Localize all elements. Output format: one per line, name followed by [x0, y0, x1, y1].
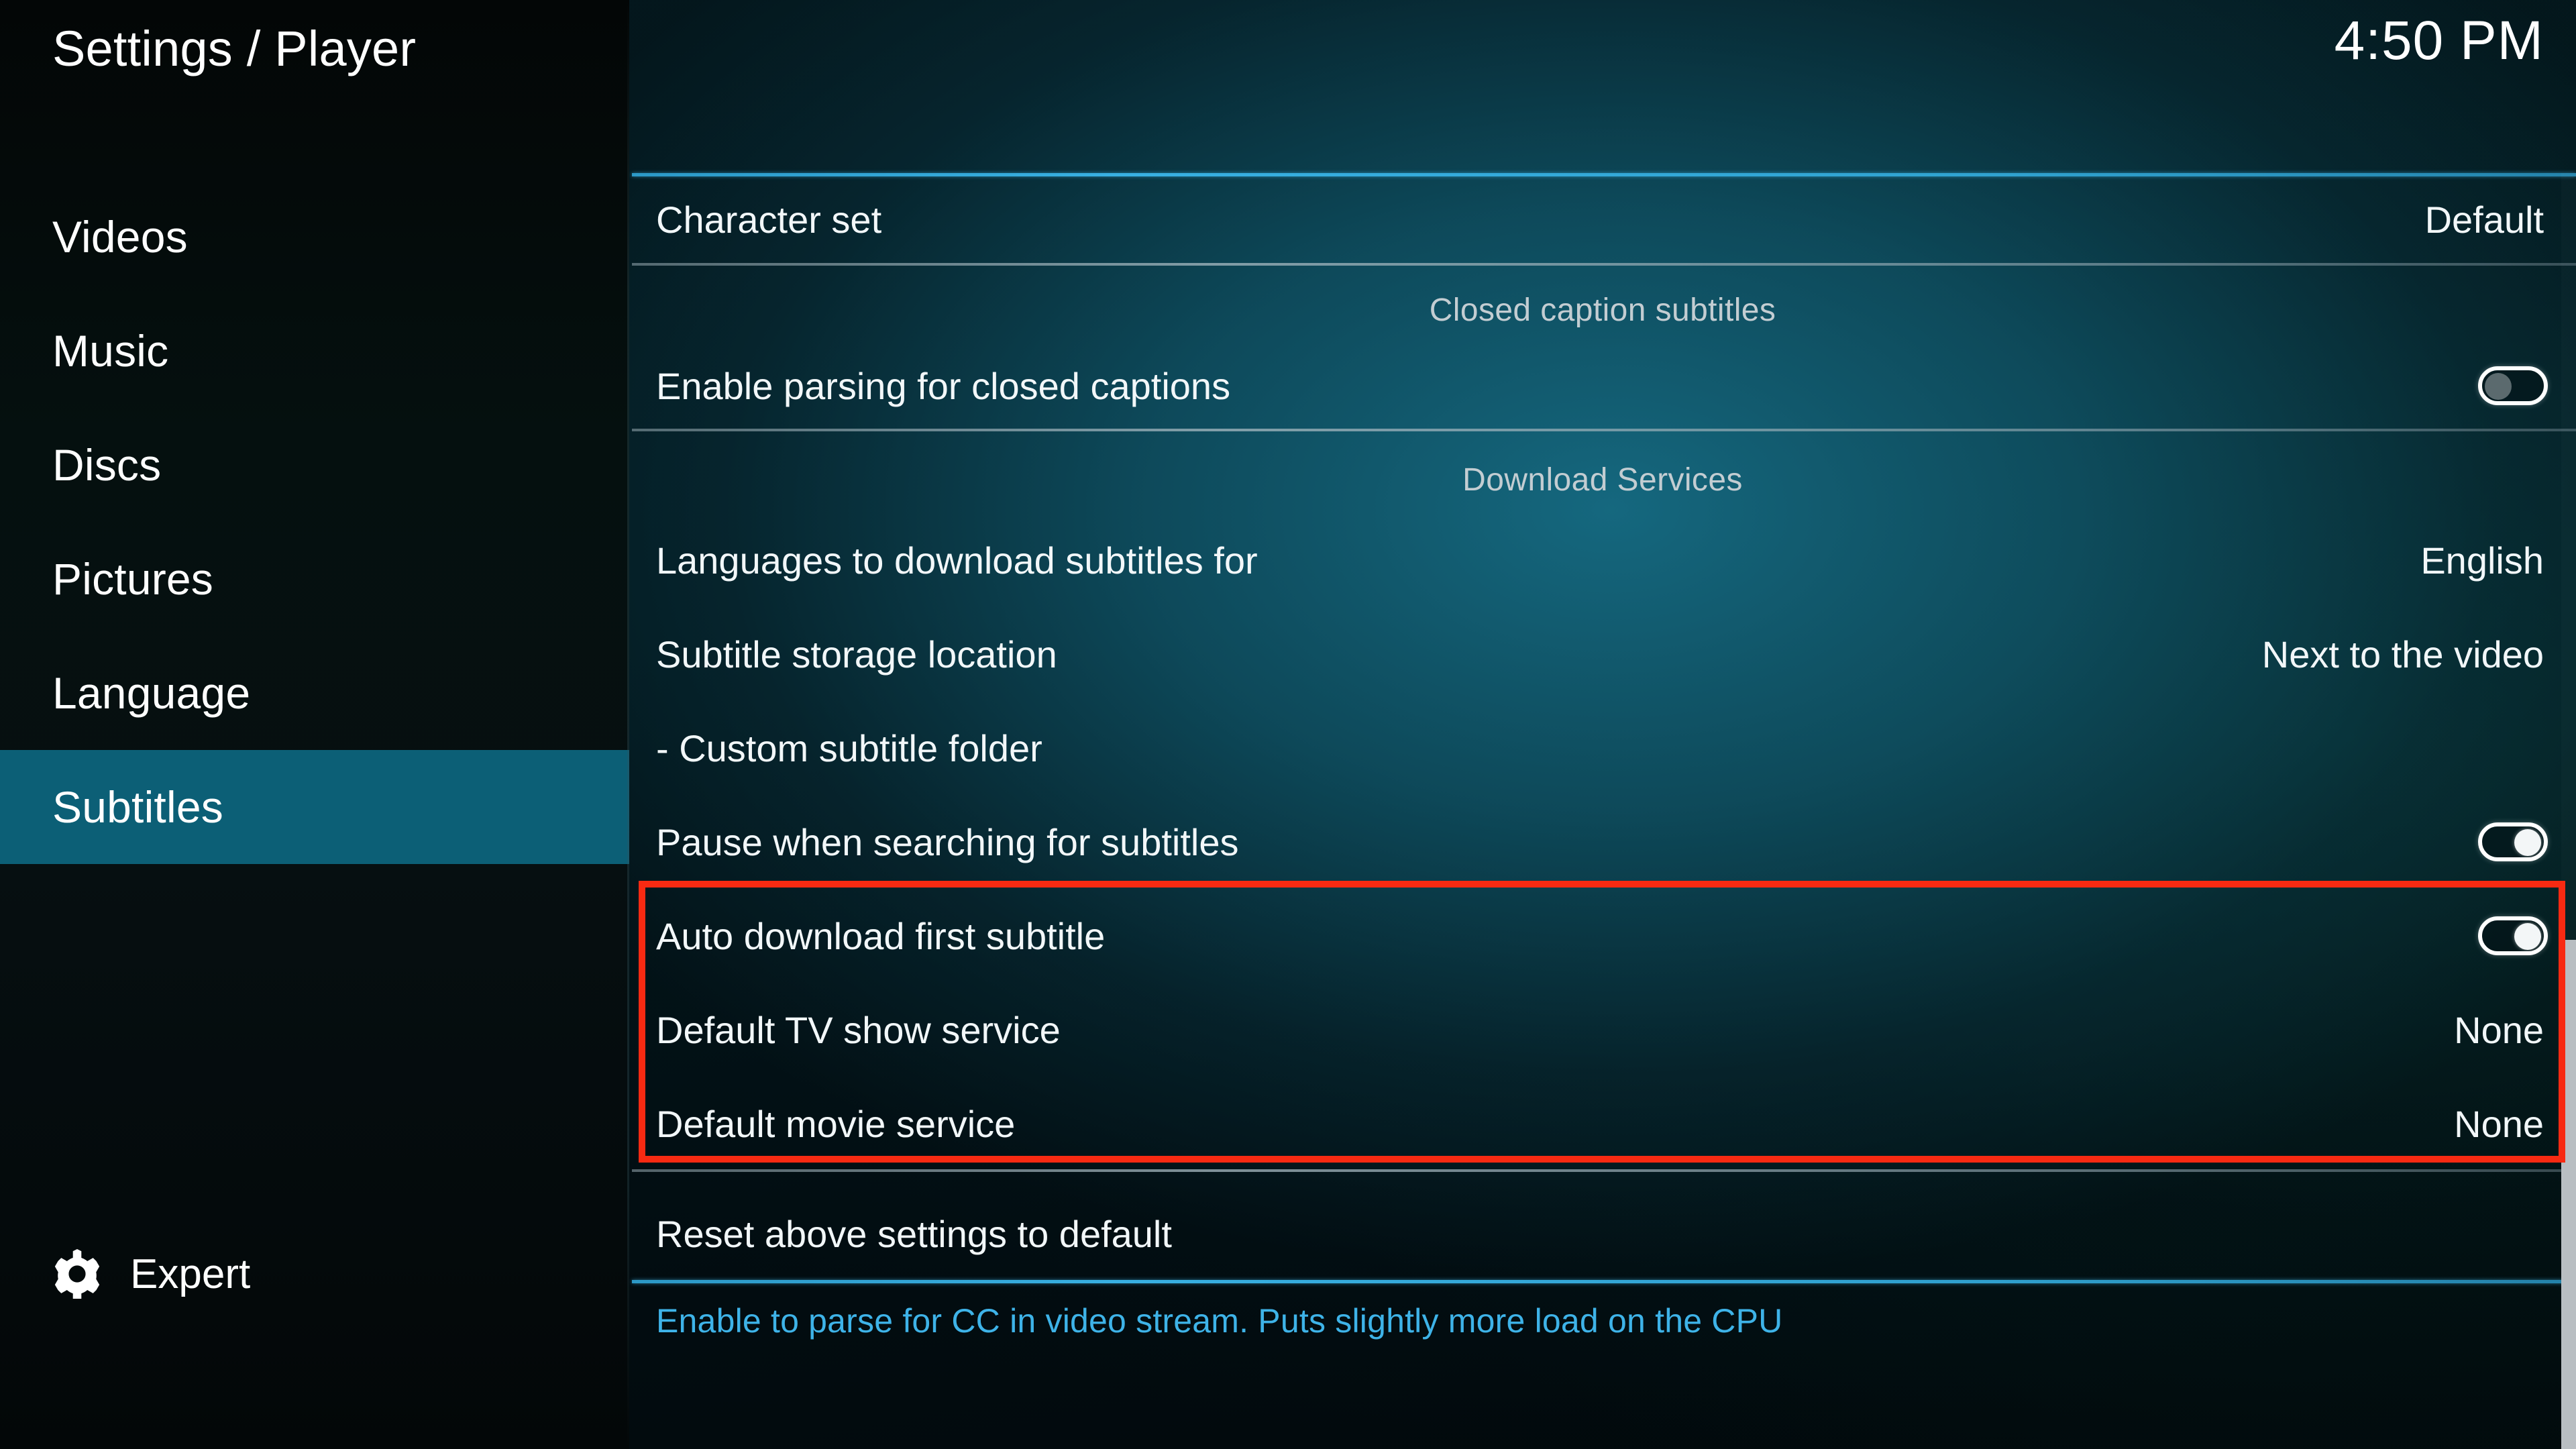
setting-row-languages[interactable]: Languages to download subtitles for Engl… [629, 522, 2576, 598]
settings-level-button[interactable]: Expert [52, 1249, 250, 1299]
sidebar-item-videos[interactable]: Videos [0, 180, 629, 294]
kodi-settings-screen: Settings / Player Videos Music Discs Pic… [0, 0, 2576, 1449]
setting-label: Subtitle storage location [656, 633, 1057, 676]
sidebar-item-label: Videos [52, 212, 188, 262]
setting-label: Default TV show service [656, 1008, 1061, 1051]
section-header-closed-caption: Closed caption subtitles [1429, 292, 1776, 328]
sidebar-item-label: Language [52, 668, 251, 718]
toggle-enable-cc-parsing[interactable] [2478, 366, 2548, 405]
section-divider [632, 1169, 2576, 1172]
page-title: Settings / Player [52, 21, 417, 76]
toggle-pause-when-searching[interactable] [2478, 822, 2548, 861]
help-text: Enable to parse for CC in video stream. … [656, 1302, 1783, 1340]
section-header-download-services: Download Services [1462, 462, 1743, 498]
setting-label: Pause when searching for subtitles [656, 820, 1239, 863]
sidebar-item-subtitles[interactable]: Subtitles [0, 750, 629, 864]
sidebar-nav: Videos Music Discs Pictures Language Sub… [0, 180, 629, 864]
setting-label: Languages to download subtitles for [656, 539, 1258, 582]
setting-value: English [2420, 539, 2544, 582]
setting-label: Auto download first subtitle [656, 914, 1106, 957]
settings-level-label: Expert [130, 1250, 251, 1297]
toggle-knob [2514, 923, 2541, 950]
sidebar-item-label: Subtitles [52, 782, 223, 832]
setting-row-reset-defaults[interactable]: Reset above settings to default [629, 1195, 2576, 1272]
scrollbar-thumb[interactable] [2561, 940, 2576, 1449]
clock: 4:50 PM [2334, 10, 2544, 71]
setting-value: Next to the video [2261, 633, 2544, 676]
setting-row-enable-cc-parsing[interactable]: Enable parsing for closed captions [629, 345, 2576, 426]
setting-label: Character set [656, 198, 882, 241]
toggle-knob [2514, 829, 2541, 856]
setting-label: - Custom subtitle folder [656, 727, 1042, 769]
sidebar-item-music[interactable]: Music [0, 294, 629, 408]
scrollbar-track[interactable] [2561, 173, 2576, 1449]
setting-row-custom-subtitle-folder[interactable]: - Custom subtitle folder [629, 710, 2576, 786]
setting-label: Default movie service [656, 1102, 1016, 1145]
setting-row-character-set[interactable]: Character set Default [629, 176, 2576, 263]
sidebar-item-label: Discs [52, 440, 162, 490]
setting-value: None [2454, 1102, 2544, 1145]
sidebar-item-label: Pictures [52, 554, 214, 604]
toggle-knob [2485, 373, 2512, 400]
setting-row-default-movie-service[interactable]: Default movie service None [629, 1085, 2576, 1162]
gear-icon [52, 1249, 102, 1299]
toggle-auto-download-first-subtitle[interactable] [2478, 916, 2548, 955]
sidebar-item-discs[interactable]: Discs [0, 408, 629, 522]
sidebar-item-label: Music [52, 326, 169, 376]
setting-label: Reset above settings to default [656, 1212, 1172, 1255]
sidebar: Settings / Player Videos Music Discs Pic… [0, 0, 629, 1449]
setting-value: None [2454, 1008, 2544, 1051]
setting-value: Default [2424, 198, 2544, 241]
section-divider [632, 263, 2576, 266]
setting-label: Enable parsing for closed captions [656, 364, 1231, 407]
setting-row-storage-location[interactable]: Subtitle storage location Next to the vi… [629, 616, 2576, 692]
settings-content: 4:50 PM Character set Default Closed cap… [629, 0, 2576, 1449]
sidebar-item-language[interactable]: Language [0, 636, 629, 750]
bottom-divider [632, 1280, 2576, 1283]
setting-row-auto-download-first-subtitle[interactable]: Auto download first subtitle [629, 898, 2576, 974]
setting-row-default-tv-show-service[interactable]: Default TV show service None [629, 991, 2576, 1068]
setting-row-pause-when-searching[interactable]: Pause when searching for subtitles [629, 804, 2576, 880]
section-divider [632, 429, 2576, 431]
sidebar-item-pictures[interactable]: Pictures [0, 522, 629, 636]
